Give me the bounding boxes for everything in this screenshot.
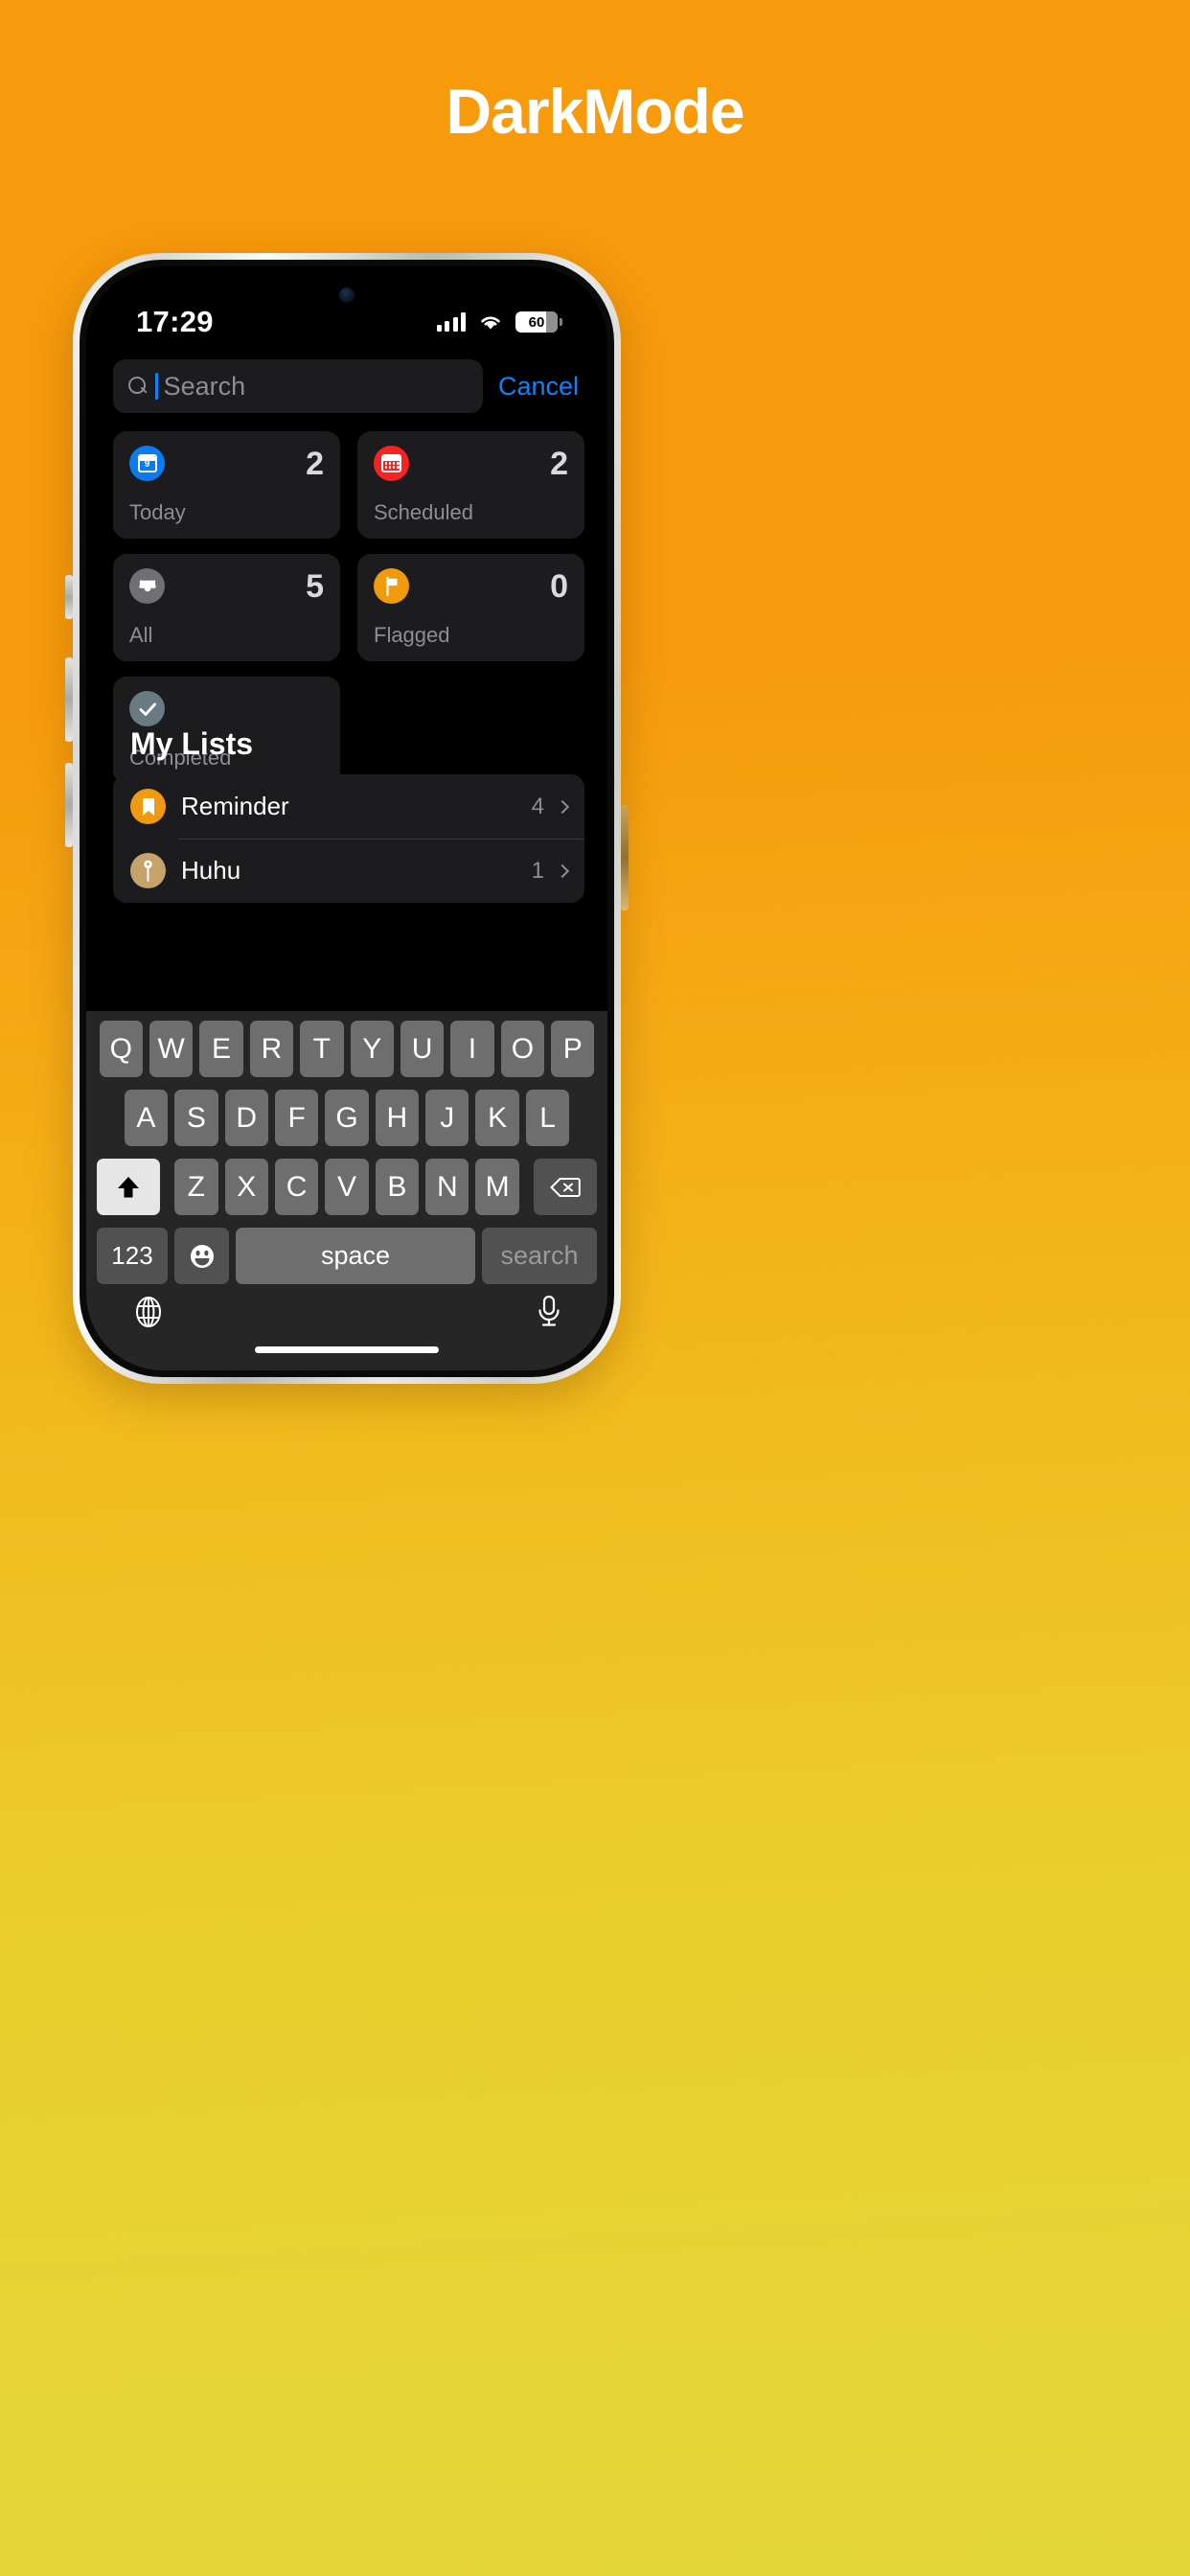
key-z[interactable]: Z xyxy=(174,1159,218,1215)
key-u[interactable]: U xyxy=(400,1021,445,1077)
key-h[interactable]: H xyxy=(375,1090,420,1146)
microphone-icon[interactable] xyxy=(535,1294,563,1330)
volume-down-button[interactable] xyxy=(65,763,73,847)
signal-bars-icon xyxy=(436,312,466,332)
smart-card-count: 2 xyxy=(550,445,568,482)
list-item-count: 1 xyxy=(531,857,544,884)
numbers-key[interactable]: 123 xyxy=(97,1228,168,1284)
key-t[interactable]: T xyxy=(300,1021,344,1077)
list-item[interactable]: Reminder 4 xyxy=(113,774,584,839)
my-lists-card: Reminder 4 Huhu 1 xyxy=(113,774,584,903)
key-x[interactable]: X xyxy=(224,1159,268,1215)
key-r[interactable]: R xyxy=(249,1021,294,1077)
flag-icon xyxy=(374,568,409,604)
key-v[interactable]: V xyxy=(325,1159,369,1215)
mute-switch-button[interactable] xyxy=(65,575,73,619)
keyboard-row-1: QWERTYUIOP xyxy=(92,1021,602,1077)
key-q[interactable]: Q xyxy=(99,1021,143,1077)
key-l[interactable]: L xyxy=(525,1090,570,1146)
search-input[interactable]: Search xyxy=(113,359,483,413)
page-title: DarkMode xyxy=(446,76,744,147)
key-p[interactable]: P xyxy=(551,1021,595,1077)
globe-language-icon[interactable] xyxy=(130,1294,167,1330)
smart-card-scheduled[interactable]: 2 Scheduled xyxy=(357,431,584,539)
cancel-button[interactable]: Cancel xyxy=(498,372,584,402)
keyboard-letters-row-3: ZXCVBNM xyxy=(174,1159,519,1215)
backspace-delete-icon[interactable] xyxy=(533,1159,597,1215)
key-w[interactable]: W xyxy=(149,1021,194,1077)
key-f[interactable]: F xyxy=(274,1090,319,1146)
calendar-day-number: 9 xyxy=(144,459,150,470)
key-o[interactable]: O xyxy=(500,1021,545,1077)
front-camera-icon xyxy=(339,288,355,303)
key-a[interactable]: A xyxy=(124,1090,169,1146)
shift-up-arrow-icon[interactable] xyxy=(97,1159,160,1215)
list-item-label: Huhu xyxy=(181,856,241,885)
checkmark-icon xyxy=(129,691,165,726)
battery-percent: 60 xyxy=(528,313,545,331)
calendar-day-icon: 9 xyxy=(129,446,165,481)
key-b[interactable]: B xyxy=(375,1159,420,1215)
key-i[interactable]: I xyxy=(450,1021,494,1077)
keyboard-row-2: ASDFGHJKL xyxy=(92,1090,602,1146)
key-e[interactable]: E xyxy=(199,1021,243,1077)
search-placeholder: Search xyxy=(163,371,246,401)
list-item[interactable]: Huhu 1 xyxy=(113,839,584,903)
chevron-right-icon xyxy=(555,799,570,814)
smart-card-label: Today xyxy=(129,500,186,524)
home-indicator[interactable] xyxy=(255,1346,439,1353)
phone-bezel: 17:29 60 Search Cancel 9 2 Today 2 Sched… xyxy=(80,260,614,1377)
power-button[interactable] xyxy=(621,805,629,910)
smart-card-label: Flagged xyxy=(374,623,450,647)
search-bar-row: Search Cancel xyxy=(113,359,584,413)
on-screen-keyboard: QWERTYUIOP ASDFGHJKL ZXCVBNM 123 space s… xyxy=(86,1011,607,1370)
space-key[interactable]: space xyxy=(236,1228,475,1284)
key-n[interactable]: N xyxy=(425,1159,469,1215)
key-d[interactable]: D xyxy=(224,1090,268,1146)
smart-card-today[interactable]: 9 2 Today xyxy=(113,431,340,539)
bookmark-icon xyxy=(130,789,166,824)
key-c[interactable]: C xyxy=(274,1159,319,1215)
volume-up-button[interactable] xyxy=(65,657,73,742)
phone-screen: 17:29 60 Search Cancel 9 2 Today 2 Sched… xyxy=(86,266,607,1370)
key-g[interactable]: G xyxy=(325,1090,369,1146)
keyboard-bottom-bar xyxy=(92,1288,602,1370)
pin-icon xyxy=(130,853,166,888)
search-icon xyxy=(128,377,148,396)
chevron-right-icon xyxy=(555,863,570,878)
smart-card-count: 2 xyxy=(306,445,324,482)
list-item-label: Reminder xyxy=(181,792,289,820)
battery-icon: 60 xyxy=(515,311,562,333)
smart-card-flagged[interactable]: 0 Flagged xyxy=(357,554,584,661)
emoji-smiley-icon[interactable] xyxy=(174,1228,229,1284)
phone-frame: 17:29 60 Search Cancel 9 2 Today 2 Sched… xyxy=(73,253,621,1384)
smart-card-label: All xyxy=(129,623,153,647)
search-return-key[interactable]: search xyxy=(482,1228,597,1284)
key-m[interactable]: M xyxy=(475,1159,519,1215)
smart-card-label: Scheduled xyxy=(374,500,473,524)
wifi-icon xyxy=(481,316,500,330)
key-k[interactable]: K xyxy=(475,1090,519,1146)
key-y[interactable]: Y xyxy=(350,1021,394,1077)
smart-card-count: 5 xyxy=(306,567,324,605)
smart-card-count: 0 xyxy=(550,567,568,605)
my-lists-header: My Lists xyxy=(130,726,254,761)
status-bar: 17:29 60 xyxy=(86,297,607,347)
list-item-count: 4 xyxy=(531,793,544,819)
key-j[interactable]: J xyxy=(425,1090,469,1146)
keyboard-row-4: 123 space search xyxy=(92,1228,602,1284)
key-s[interactable]: S xyxy=(174,1090,218,1146)
smart-card-all[interactable]: 5 All xyxy=(113,554,340,661)
calendar-icon xyxy=(374,446,409,481)
keyboard-row-3: ZXCVBNM xyxy=(92,1159,602,1215)
status-bar-indicators: 60 xyxy=(436,311,562,333)
text-cursor xyxy=(155,373,158,400)
inbox-tray-icon xyxy=(129,568,165,604)
status-bar-time: 17:29 xyxy=(136,305,214,338)
